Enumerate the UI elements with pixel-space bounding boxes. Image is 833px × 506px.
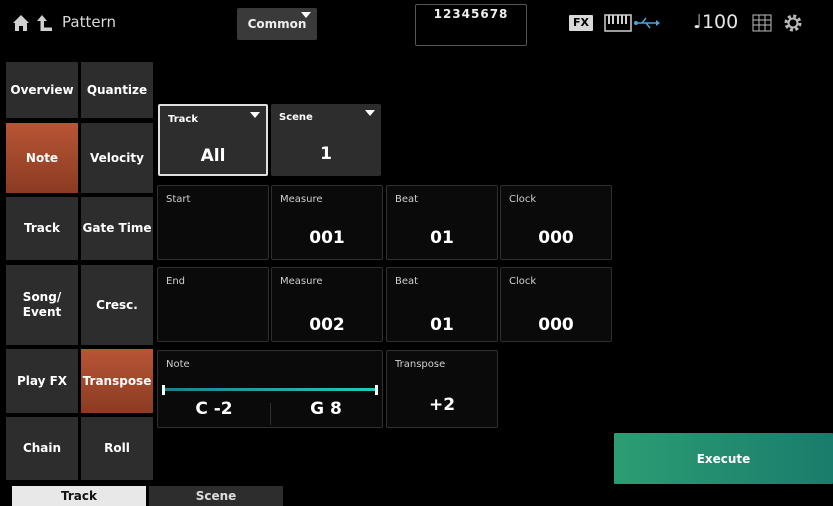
start-measure-value: 001	[309, 228, 345, 248]
tab-crescendo[interactable]: Cresc.	[81, 265, 153, 345]
scene-label: Scene	[279, 112, 313, 123]
tab-gate-time[interactable]: Gate Time	[81, 197, 153, 260]
note-low-value[interactable]: C -2	[158, 399, 270, 419]
measure-label: Measure	[280, 276, 323, 287]
tab-label: Overview	[10, 82, 74, 97]
end-label: End	[166, 276, 186, 287]
tab-overview[interactable]: Overview	[6, 62, 78, 118]
start-measure-field[interactable]: Measure 001	[271, 185, 383, 260]
transpose-label: Transpose	[395, 359, 446, 370]
tab-label: Track	[61, 489, 97, 503]
fx-badge[interactable]: FX	[569, 15, 593, 31]
dropdown-arrow-icon	[365, 110, 375, 116]
end-label-box: End	[157, 267, 269, 342]
track-value: All	[200, 146, 226, 166]
tab-transpose[interactable]: Transpose	[81, 349, 153, 413]
scene-value: 1	[320, 144, 332, 164]
tab-label: Quantize	[86, 82, 148, 97]
page-title: Pattern	[62, 13, 116, 31]
tab-chain[interactable]: Chain	[6, 417, 78, 480]
tab-quantize[interactable]: Quantize	[81, 62, 153, 118]
slider-high-handle[interactable]	[375, 385, 378, 395]
end-beat-field[interactable]: Beat 01	[386, 267, 498, 342]
tab-label: Play FX	[16, 373, 68, 388]
dropdown-arrow-icon	[301, 12, 311, 18]
tab-label: Note	[25, 150, 59, 165]
end-clock-field[interactable]: Clock 000	[500, 267, 612, 342]
start-label-box: Start	[157, 185, 269, 260]
end-beat-value: 01	[430, 315, 454, 335]
tab-label: Roll	[104, 441, 130, 455]
tab-label: Song/ Event	[22, 290, 62, 319]
execute-button[interactable]: Execute	[614, 433, 833, 484]
slider-track	[164, 388, 376, 391]
tab-label: Chain	[22, 441, 62, 455]
slider-low-handle[interactable]	[162, 385, 165, 395]
end-clock-value: 000	[538, 315, 574, 335]
measure-label: Measure	[280, 194, 323, 205]
track-indicator: 12345678	[415, 4, 527, 46]
home-icon[interactable]	[12, 14, 30, 32]
common-part-selector[interactable]: Common	[237, 8, 317, 40]
common-label: Common	[247, 17, 307, 31]
start-clock-field[interactable]: Clock 000	[500, 185, 612, 260]
clock-label: Clock	[509, 276, 537, 287]
clock-label: Clock	[509, 194, 537, 205]
beat-label: Beat	[395, 194, 419, 205]
tab-note[interactable]: Note	[6, 123, 78, 193]
keyboard-icon[interactable]	[604, 14, 632, 32]
bottom-tab-scene[interactable]: Scene	[149, 486, 283, 506]
tab-roll[interactable]: Roll	[81, 417, 153, 480]
tab-label: Velocity	[90, 150, 144, 165]
execute-label: Execute	[696, 451, 751, 466]
note-high-value[interactable]: G 8	[270, 399, 382, 419]
end-measure-value: 002	[309, 315, 345, 335]
dropdown-arrow-icon	[250, 112, 260, 118]
tab-song-event[interactable]: Song/ Event	[6, 265, 78, 345]
tab-label: Track	[24, 221, 60, 235]
tab-track[interactable]: Track	[6, 197, 78, 260]
beat-label: Beat	[395, 276, 419, 287]
tempo-display[interactable]: ♩100	[693, 11, 738, 33]
up-level-icon[interactable]	[36, 13, 54, 33]
start-clock-value: 000	[538, 228, 574, 248]
track-numbers: 12345678	[433, 7, 509, 21]
note-range-slider[interactable]	[162, 385, 378, 395]
transpose-field[interactable]: Transpose +2	[386, 350, 498, 428]
bottom-tab-track[interactable]: Track	[12, 486, 146, 506]
top-bar: Pattern Common 12345678 FX ♩100	[0, 0, 833, 48]
tab-label: Transpose	[82, 373, 152, 388]
track-selector[interactable]: Track All	[158, 104, 268, 176]
tab-velocity[interactable]: Velocity	[81, 123, 153, 193]
tab-label: Scene	[195, 489, 237, 503]
usb-icon	[634, 17, 660, 29]
gear-icon[interactable]	[782, 12, 804, 34]
start-beat-value: 01	[430, 228, 454, 248]
scene-selector[interactable]: Scene 1	[271, 104, 381, 176]
tab-label: Cresc.	[96, 297, 138, 312]
start-label: Start	[166, 194, 191, 205]
track-label: Track	[168, 114, 198, 125]
start-beat-field[interactable]: Beat 01	[386, 185, 498, 260]
end-measure-field[interactable]: Measure 002	[271, 267, 383, 342]
tab-label: Gate Time	[82, 221, 152, 235]
grid-icon[interactable]	[752, 14, 772, 32]
tab-play-fx[interactable]: Play FX	[6, 349, 78, 413]
note-range-field[interactable]: Note C -2 G 8	[157, 350, 383, 428]
note-label: Note	[166, 359, 190, 370]
transpose-value: +2	[428, 395, 456, 415]
